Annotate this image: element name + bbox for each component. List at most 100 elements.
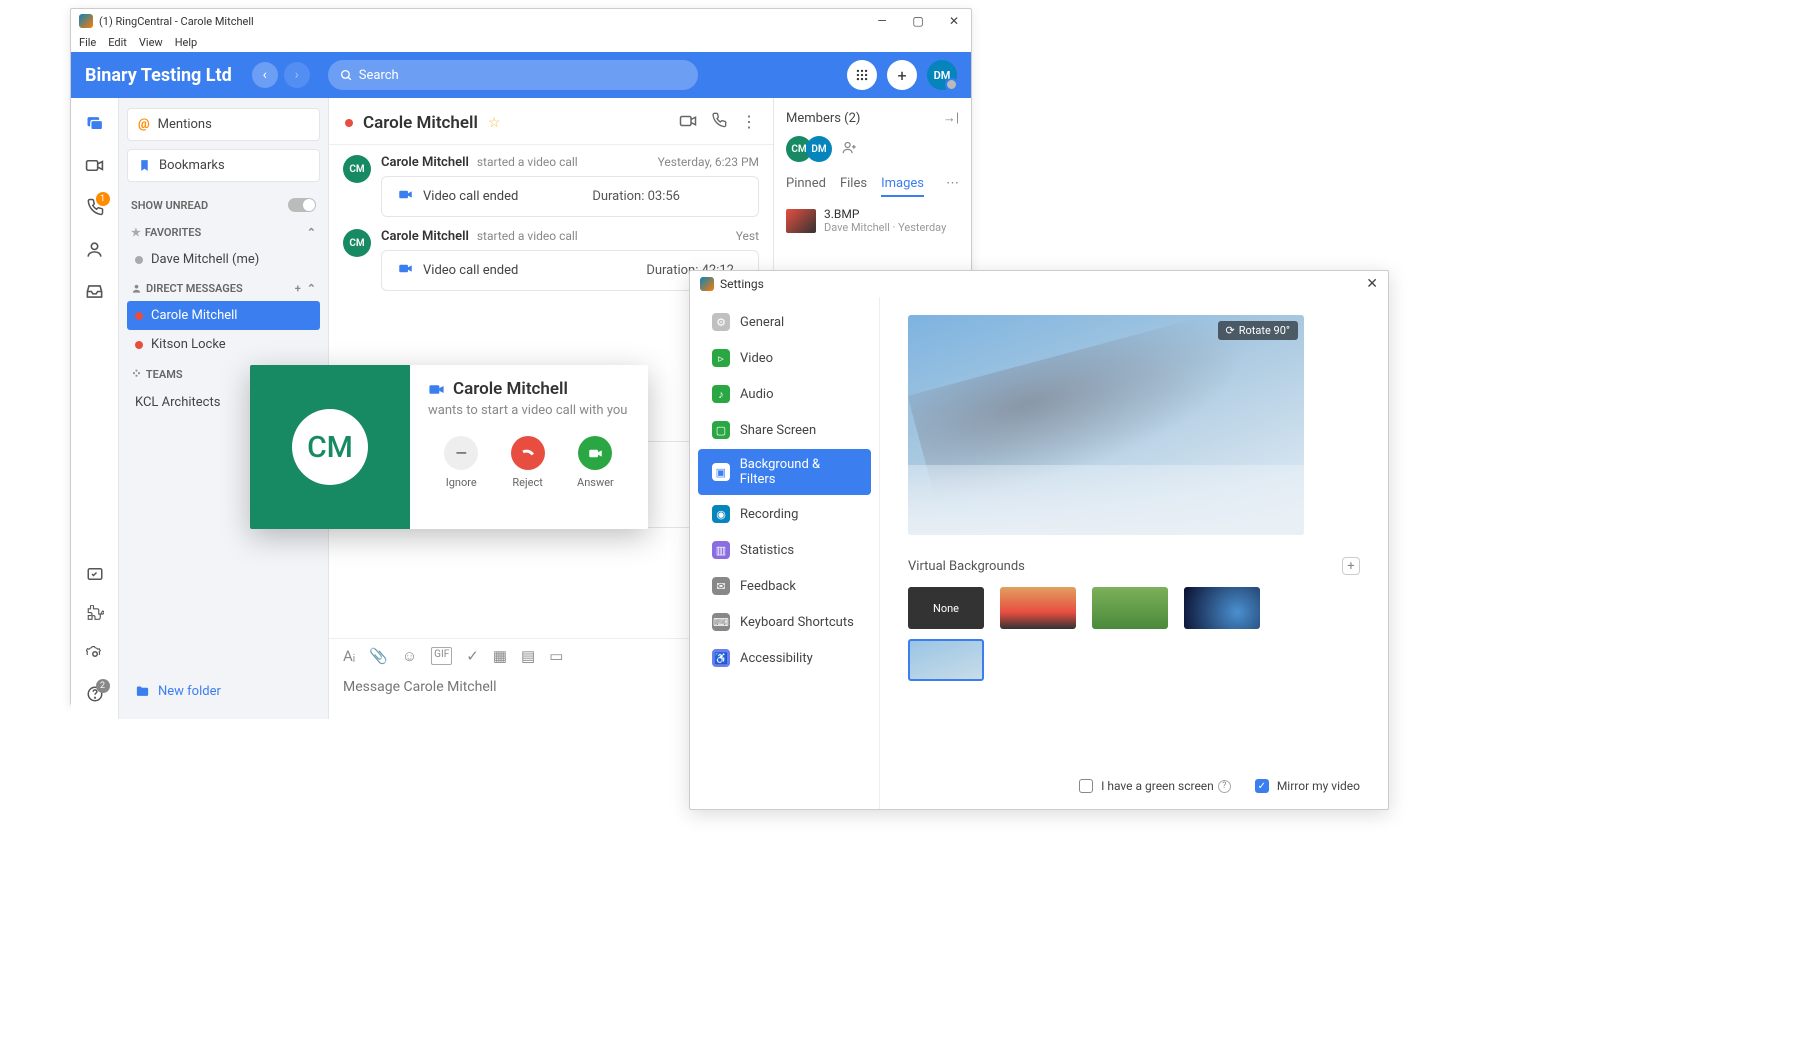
reject-button[interactable]: Reject xyxy=(511,436,545,489)
rail-apps-icon[interactable] xyxy=(84,563,106,585)
rail-messages-icon[interactable] xyxy=(84,112,106,134)
answer-label: Answer xyxy=(577,476,614,489)
settings-close-button[interactable]: ✕ xyxy=(1366,276,1378,292)
emoji-icon[interactable]: ☺ xyxy=(402,647,417,665)
nav-statistics[interactable]: ▥Statistics xyxy=(698,533,871,567)
tab-pinned[interactable]: Pinned xyxy=(786,176,826,197)
nav-share-label: Share Screen xyxy=(740,423,816,438)
nav-back-button[interactable]: ‹ xyxy=(252,62,278,88)
favorite-star-icon[interactable]: ☆ xyxy=(488,115,501,131)
close-button[interactable]: ✕ xyxy=(945,12,963,30)
header-actions: + DM xyxy=(847,60,957,90)
tab-more-button[interactable]: ⋯ xyxy=(946,176,959,197)
more-button[interactable]: ⋮ xyxy=(741,112,757,134)
rail-contacts-icon[interactable] xyxy=(84,238,106,260)
settings-nav: ⚙General ▹Video ♪Audio ▢Share Screen ▣Ba… xyxy=(690,297,880,809)
nav-general[interactable]: ⚙General xyxy=(698,305,871,339)
tab-files[interactable]: Files xyxy=(840,176,867,197)
sidebar-item-kitson[interactable]: Kitson Locke xyxy=(127,330,320,359)
start-call-button[interactable] xyxy=(711,112,727,134)
show-unread-row: SHOW UNREAD xyxy=(127,190,320,218)
dm-header[interactable]: DIRECT MESSAGES + ⌃ xyxy=(127,274,320,301)
vb-space[interactable] xyxy=(1184,587,1260,629)
rail-video-icon[interactable] xyxy=(84,154,106,176)
nav-audio[interactable]: ♪Audio xyxy=(698,377,871,411)
gif-icon[interactable]: GIF xyxy=(431,647,452,665)
nav-keyboard[interactable]: ⌨Keyboard Shortcuts xyxy=(698,605,871,639)
add-button[interactable]: + xyxy=(887,60,917,90)
tab-images[interactable]: Images xyxy=(881,176,924,197)
nav-background-filters[interactable]: ▣Background & Filters xyxy=(698,449,871,495)
menu-view[interactable]: View xyxy=(139,36,163,49)
member-avatar-dm[interactable]: DM xyxy=(806,136,832,162)
vb-row-2 xyxy=(908,639,1360,681)
green-screen-label: I have a green screen xyxy=(1101,779,1214,793)
menu-help[interactable]: Help xyxy=(175,36,198,49)
sidebar-item-dave[interactable]: Dave Mitchell (me) xyxy=(127,245,320,274)
rail-help-icon[interactable]: 2 xyxy=(84,683,106,705)
answer-button[interactable]: Answer xyxy=(577,436,614,489)
minimize-button[interactable]: — xyxy=(873,12,891,30)
sidebar-mentions[interactable]: @ Mentions xyxy=(127,108,320,141)
panel-tabs: Pinned Files Images ⋯ xyxy=(786,176,959,197)
note-icon[interactable]: ▤ xyxy=(521,647,535,665)
audio-icon: ♪ xyxy=(712,385,730,403)
message-row: CM Carole Mitchell started a video call … xyxy=(343,155,759,217)
reject-label: Reject xyxy=(512,476,542,489)
rail-extension-icon[interactable] xyxy=(84,603,106,625)
rotate-button[interactable]: ⟳Rotate 90° xyxy=(1218,321,1299,340)
ignore-button[interactable]: — Ignore xyxy=(444,436,478,489)
green-screen-checkbox[interactable]: I have a green screen ? xyxy=(1079,779,1231,793)
nav-recording[interactable]: ◉Recording xyxy=(698,497,871,531)
vb-ship-selected[interactable] xyxy=(908,639,984,681)
message-avatar: CM xyxy=(343,229,371,257)
chevron-up-icon[interactable]: ⌃ xyxy=(307,282,316,295)
nav-accessibility[interactable]: ♿Accessibility xyxy=(698,641,871,675)
phone-badge: 1 xyxy=(96,192,110,206)
settings-titlebar: Settings ✕ xyxy=(690,271,1388,297)
calendar-icon[interactable]: ▦ xyxy=(493,647,507,665)
nav-forward-button[interactable]: › xyxy=(284,62,310,88)
rotate-icon: ⟳ xyxy=(1226,324,1235,337)
mirror-checkbox[interactable]: ✓ Mirror my video xyxy=(1255,779,1360,793)
header-bar: Binary Testing Ltd ‹ › Search + DM xyxy=(71,52,971,98)
dm-label: DIRECT MESSAGES xyxy=(146,282,243,295)
rail-settings-icon[interactable] xyxy=(84,643,106,665)
chevron-up-icon[interactable]: ⌃ xyxy=(307,226,316,239)
search-input[interactable]: Search xyxy=(328,60,698,90)
add-background-button[interactable]: + xyxy=(1342,557,1360,575)
nav-share-screen[interactable]: ▢Share Screen xyxy=(698,413,871,447)
code-icon[interactable]: ▭ xyxy=(549,647,563,665)
rail-inbox-icon[interactable] xyxy=(84,280,106,302)
new-folder-button[interactable]: New folder xyxy=(127,674,320,709)
menu-file[interactable]: File xyxy=(79,36,96,49)
start-video-button[interactable] xyxy=(679,112,697,134)
add-member-button[interactable] xyxy=(842,140,857,159)
favorites-header[interactable]: ★FAVORITES ⌃ xyxy=(127,218,320,245)
add-dm-button[interactable]: + xyxy=(295,282,301,295)
vb-grass[interactable] xyxy=(1092,587,1168,629)
message-action: started a video call xyxy=(477,155,578,169)
ignore-label: Ignore xyxy=(446,476,477,489)
user-avatar[interactable]: DM xyxy=(927,60,957,90)
vb-none[interactable]: None xyxy=(908,587,984,629)
menu-edit[interactable]: Edit xyxy=(108,36,127,49)
file-item[interactable]: 3.BMP Dave Mitchell · Yesterday xyxy=(786,207,959,234)
attach-icon[interactable]: 📎 xyxy=(369,647,388,665)
show-unread-toggle[interactable] xyxy=(288,198,316,212)
collapse-icon[interactable]: →| xyxy=(943,110,959,126)
task-icon[interactable]: ✓ xyxy=(466,647,479,665)
format-icon[interactable]: Aᵢ xyxy=(343,647,355,665)
team-item-0: KCL Architects xyxy=(135,395,220,410)
search-placeholder: Search xyxy=(359,68,399,83)
new-folder-label: New folder xyxy=(158,684,221,699)
nav-video[interactable]: ▹Video xyxy=(698,341,871,375)
rail-phone-icon[interactable]: 1 xyxy=(84,196,106,218)
help-icon[interactable]: ? xyxy=(1218,780,1231,793)
sidebar-bookmarks[interactable]: Bookmarks xyxy=(127,149,320,182)
maximize-button[interactable]: ▢ xyxy=(909,12,927,30)
vb-bridge[interactable] xyxy=(1000,587,1076,629)
nav-feedback[interactable]: ✉Feedback xyxy=(698,569,871,603)
dialpad-button[interactable] xyxy=(847,60,877,90)
sidebar-item-carole[interactable]: Carole Mitchell xyxy=(127,301,320,330)
